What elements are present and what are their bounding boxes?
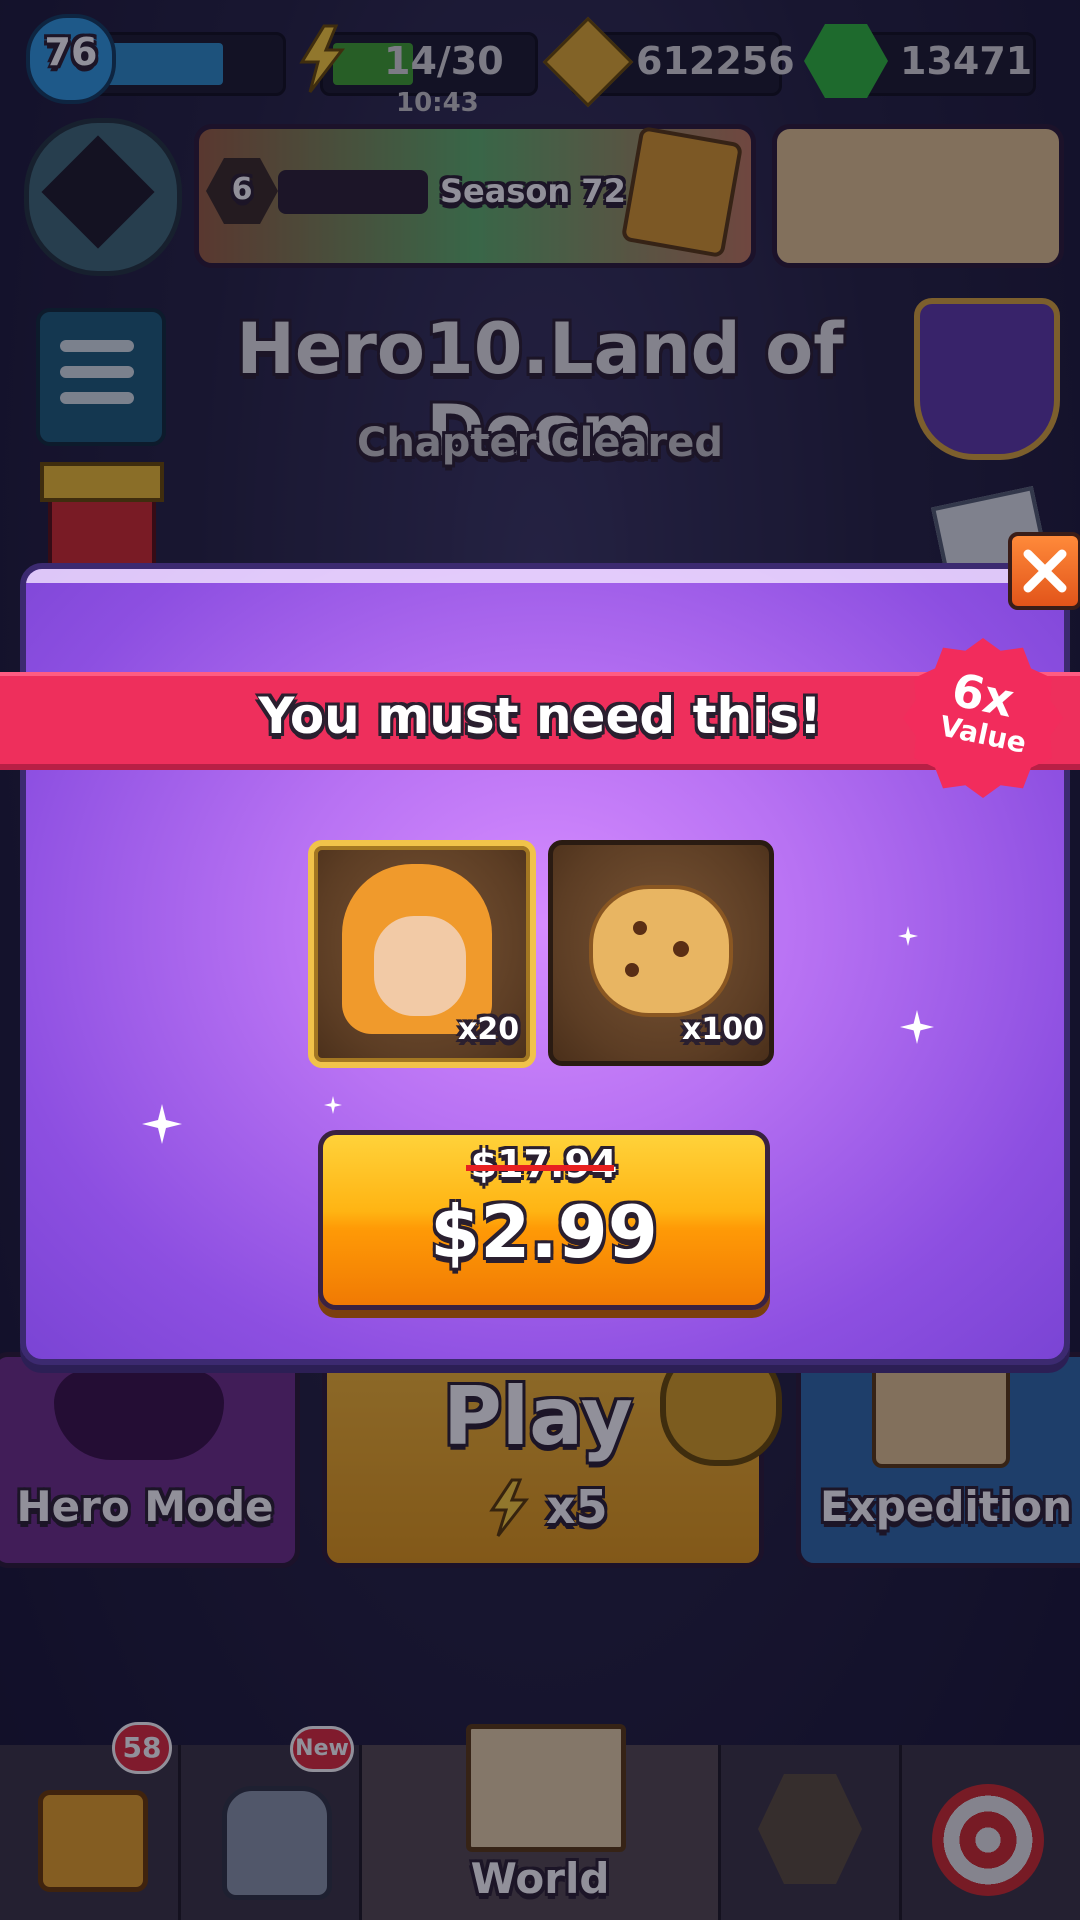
cookie-icon xyxy=(589,885,733,1017)
offer-item-count: x20 xyxy=(458,1012,520,1047)
offer-item-count: x100 xyxy=(682,1012,764,1047)
close-icon xyxy=(1023,549,1067,593)
close-button[interactable] xyxy=(1008,532,1080,610)
sale-price: $2.99 xyxy=(430,1190,658,1274)
price-strikethrough xyxy=(466,1165,614,1171)
original-price: $17.94 xyxy=(470,1142,618,1186)
